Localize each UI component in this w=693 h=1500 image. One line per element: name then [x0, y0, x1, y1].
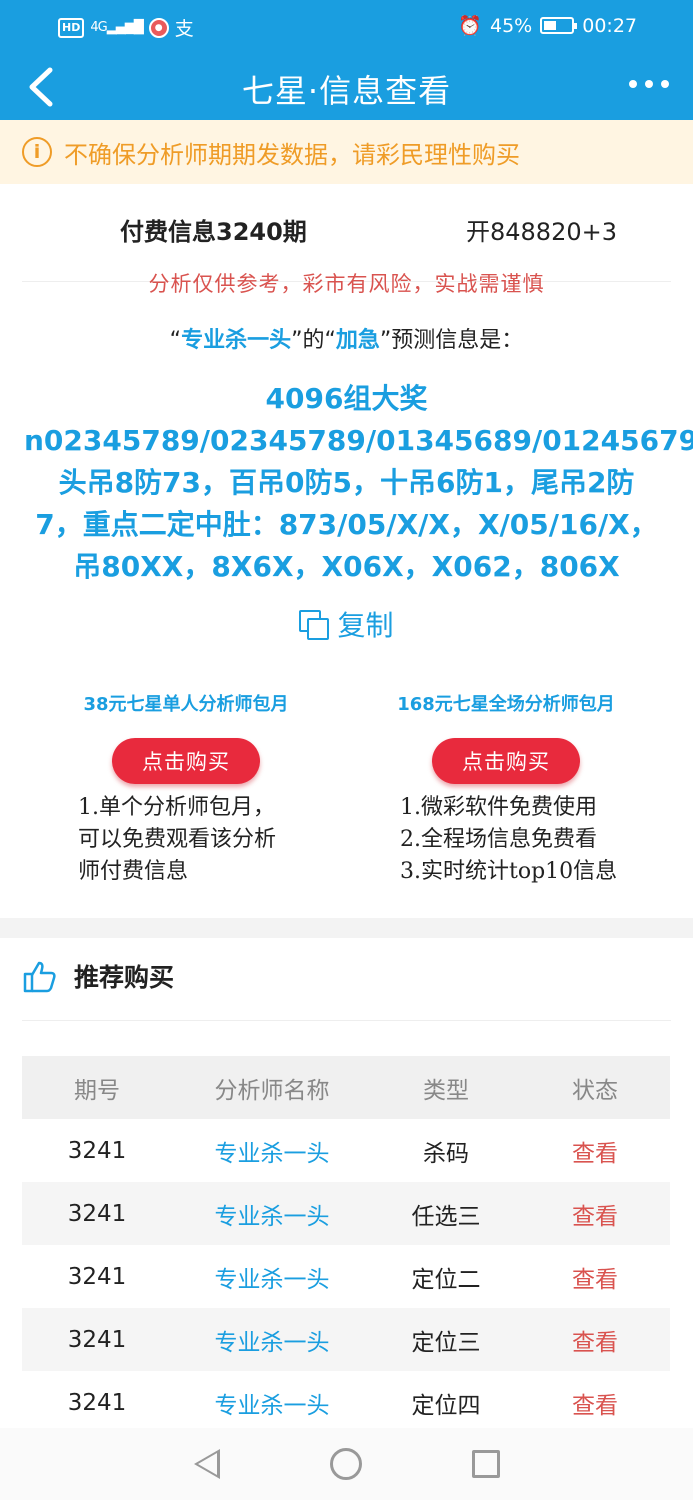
status-right: ⏰ 45% 00:27 [458, 14, 637, 38]
analyst-link[interactable]: 专业杀一头 [172, 1134, 372, 1168]
clock: 00:27 [582, 14, 637, 37]
issue-cell: 3241 [67, 1326, 127, 1353]
nav-bar: 七星·信息查看 [0, 54, 693, 120]
type-cell: 定位二 [411, 1266, 481, 1293]
analyst-link[interactable]: 专业杀一头 [172, 1386, 372, 1420]
disclaimer-text: 分析仅供参考，彩市有风险，实战需谨慎 [148, 272, 545, 296]
prediction-content: 4096组大奖 n02345789/02345789/01345689/0124… [24, 378, 693, 588]
column-header: 类型 [423, 1077, 469, 1104]
view-link[interactable]: 查看 [520, 1386, 670, 1420]
column-header: 分析师名称 [214, 1077, 330, 1104]
status-bar: HD 4G▂▄▆█ ● 支 ⏰ 45% 00:27 [0, 0, 693, 54]
view-link[interactable]: 查看 [520, 1134, 670, 1168]
info-header: 付费信息3240期 开848820+3 [0, 206, 693, 250]
package-desc: 1.微彩软件免费使用 2.全程场信息免费看 3.实时统计top10信息 [400, 795, 618, 884]
alarm-icon: ⏰ [458, 15, 482, 37]
battery-percent: 45% [490, 14, 533, 37]
type-cell: 杀码 [423, 1140, 469, 1167]
package-title: 168元七星全场分析师包月 [397, 694, 615, 715]
thumbs-up-icon [23, 961, 56, 993]
issue-cell: 3241 [67, 1137, 127, 1164]
package-title: 38元七星单人分析师包月 [83, 694, 289, 715]
issue-cell: 3241 [67, 1389, 127, 1416]
column-header: 期号 [74, 1077, 120, 1104]
warning-text: 不确保分析师期期发数据，请彩民理性购买 [64, 140, 520, 169]
issue-cell: 3241 [67, 1263, 127, 1290]
prediction-line: 7，重点二定中肚：873/05/X/X，X/05/16/X， [35, 508, 658, 541]
hd-icon: HD [58, 17, 85, 38]
analyst-link[interactable]: 专业杀一头 [172, 1323, 372, 1357]
prediction-line: 吊80XX，8X6X，X06X，X062，806X [73, 550, 620, 583]
recommend-title: 推荐购买 [74, 963, 175, 992]
copy-icon [299, 610, 330, 640]
prediction-line: 头吊8防73，百吊0防5，十吊6防1，尾吊2防 [58, 466, 635, 499]
copy-label: 复制 [337, 609, 394, 642]
section-separator [0, 918, 693, 938]
category-label: 加急 [335, 328, 380, 353]
type-cell: 定位三 [411, 1329, 481, 1356]
page-title: 七星·信息查看 [241, 72, 452, 110]
back-triangle-icon[interactable] [193, 1449, 220, 1479]
table-row[interactable]: 3241 专业杀一头 定位二 查看 [22, 1245, 670, 1308]
table-row[interactable]: 3241 专业杀一头 定位四 查看 [22, 1371, 670, 1434]
battery-icon [540, 17, 578, 34]
recommend-header: 推荐购买 [22, 958, 174, 994]
prediction-line: n02345789/02345789/01345689/01245679 [24, 424, 693, 457]
prediction-line: 4096组大奖 [265, 382, 428, 415]
package-all: 168元七星全场分析师包月 点击购买 1.微彩软件免费使用 2.全程场信息免费看… [356, 690, 656, 888]
column-header: 状态 [572, 1077, 618, 1104]
type-cell: 任选三 [411, 1203, 481, 1230]
copy-button[interactable]: 复制 [0, 604, 693, 644]
package-single: 38元七星单人分析师包月 点击购买 1.单个分析师包月， 可以免费观看该分析 师… [36, 690, 336, 888]
battery-fill [544, 21, 556, 30]
type-cell: 定位四 [411, 1392, 481, 1419]
home-circle-icon[interactable] [329, 1448, 362, 1480]
divider [22, 1020, 671, 1021]
analyst-name: 专业杀一头 [181, 328, 292, 353]
buy-button[interactable]: 点击购买 [112, 738, 260, 784]
analyst-link[interactable]: 专业杀一头 [172, 1260, 372, 1294]
signal-icon: 4G▂▄▆█ [90, 20, 143, 35]
issue-cell: 3241 [67, 1200, 127, 1227]
prediction-intro: “专业杀一头”的“加急”预测信息是： [169, 328, 524, 353]
network-label: 4G [90, 20, 107, 35]
table-row[interactable]: 3241 专业杀一头 杀码 查看 [22, 1119, 670, 1182]
status-left: HD 4G▂▄▆█ ● 支 [58, 14, 194, 41]
package-desc: 1.单个分析师包月， 可以免费观看该分析 师付费信息 [78, 795, 277, 884]
table-row[interactable]: 3241 专业杀一头 定位三 查看 [22, 1308, 670, 1371]
more-menu-icon[interactable] [629, 80, 669, 88]
recommend-table: 期号 分析师名称 类型 状态 3241 专业杀一头 杀码 查看 3241 专业杀… [22, 1056, 670, 1434]
table-header: 期号 分析师名称 类型 状态 [22, 1056, 670, 1119]
draw-result: 开848820+3 [466, 218, 617, 246]
info-title: 付费信息3240期 [120, 218, 307, 246]
system-nav-bar [0, 1428, 693, 1500]
table-row[interactable]: 3241 专业杀一头 任选三 查看 [22, 1182, 670, 1245]
recent-apps-icon[interactable] [471, 1450, 500, 1478]
analyst-link[interactable]: 专业杀一头 [172, 1197, 372, 1231]
alipay-icon: 支 [174, 18, 194, 40]
notification-icon: ● [148, 17, 169, 38]
warning-banner: i 不确保分析师期期发数据，请彩民理性购买 [0, 120, 693, 184]
view-link[interactable]: 查看 [520, 1323, 670, 1357]
view-link[interactable]: 查看 [520, 1197, 670, 1231]
info-icon: i [22, 137, 52, 167]
buy-button[interactable]: 点击购买 [432, 738, 580, 784]
view-link[interactable]: 查看 [520, 1260, 670, 1294]
